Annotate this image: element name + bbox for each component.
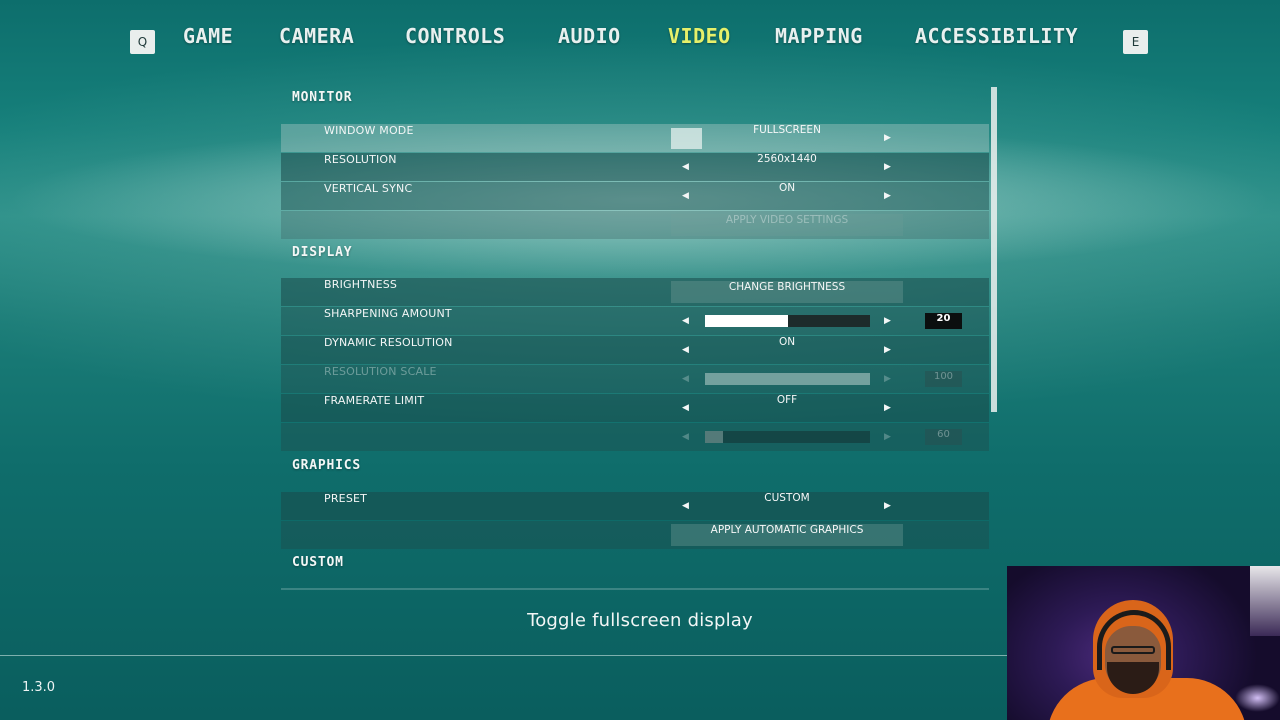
tab-accessibility[interactable]: ACCESSIBILITY (915, 24, 1078, 56)
vertical-sync-next-arrow-icon[interactable]: ▶ (884, 182, 891, 210)
tab-game[interactable]: GAME (183, 24, 233, 56)
dynamic-resolution-prev-arrow-icon[interactable]: ◀ (682, 336, 689, 364)
preset-next-arrow-icon[interactable]: ▶ (884, 492, 891, 520)
dynamic-resolution-value: ON (778, 336, 796, 348)
sharpening-increase-arrow-icon[interactable]: ▶ (884, 307, 891, 335)
window-mode-label: WINDOW MODE (324, 124, 414, 137)
change-brightness-button[interactable]: CHANGE BRIGHTNESS (671, 281, 903, 303)
dynamic-resolution-label: DYNAMIC RESOLUTION (324, 336, 453, 349)
next-tab-key-hint[interactable]: E (1123, 30, 1148, 54)
framerate-slider (705, 431, 870, 443)
setting-row-vertical-sync[interactable]: VERTICAL SYNC ◀ ON ▶ (281, 182, 989, 210)
apply-automatic-graphics-button[interactable]: APPLY AUTOMATIC GRAPHICS (671, 524, 903, 546)
section-title-display: DISPLAY (292, 245, 353, 260)
setting-row-sharpening[interactable]: SHARPENING AMOUNT ◀ ▶ 20 (281, 307, 989, 335)
vertical-sync-label: VERTICAL SYNC (324, 182, 413, 195)
framerate-limit-label: FRAMERATE LIMIT (324, 394, 425, 407)
setting-row-resolution-scale: RESOLUTION SCALE ◀ ▶ 100 (281, 365, 989, 393)
framerate-limit-value: OFF (776, 394, 798, 406)
preset-prev-arrow-icon[interactable]: ◀ (682, 492, 689, 520)
setting-row-framerate-limit[interactable]: FRAMERATE LIMIT ◀ OFF ▶ (281, 394, 989, 422)
resolution-scale-label: RESOLUTION SCALE (324, 365, 437, 378)
vertical-sync-prev-arrow-icon[interactable]: ◀ (682, 182, 689, 210)
setting-row-framerate-value: ◀ ▶ 60 (281, 423, 989, 451)
resolution-prev-arrow-icon[interactable]: ◀ (682, 153, 689, 181)
setting-row-resolution[interactable]: RESOLUTION ◀ 2560x1440 ▶ (281, 153, 989, 181)
window-mode-next-arrow-icon[interactable]: ▶ (884, 124, 891, 152)
settings-scrollbar[interactable] (991, 87, 997, 412)
footer-divider (0, 655, 1007, 656)
custom-section-divider (281, 588, 989, 590)
resolution-scale-decrease-arrow-icon: ◀ (682, 374, 689, 384)
resolution-scale-value-box: 100 (925, 371, 962, 387)
setting-row-window-mode[interactable]: WINDOW MODE FULLSCREEN ▶ (281, 124, 989, 152)
setting-row-brightness[interactable]: BRIGHTNESS CHANGE BRIGHTNESS (281, 278, 989, 306)
setting-row-dynamic-resolution[interactable]: DYNAMIC RESOLUTION ◀ ON ▶ (281, 336, 989, 364)
setting-row-preset[interactable]: PRESET ◀ CUSTOM ▶ (281, 492, 989, 520)
preset-value: CUSTOM (764, 492, 810, 504)
section-title-monitor: MONITOR (292, 90, 353, 105)
tab-camera[interactable]: CAMERA (279, 24, 354, 56)
preset-label: PRESET (324, 492, 368, 505)
framerate-limit-next-arrow-icon[interactable]: ▶ (884, 394, 891, 422)
framerate-decrease-arrow-icon: ◀ (682, 432, 689, 442)
sharpening-label: SHARPENING AMOUNT (324, 307, 452, 320)
brightness-label: BRIGHTNESS (324, 278, 398, 291)
sharpening-slider[interactable] (705, 315, 870, 327)
webcam-overlay (1007, 566, 1280, 720)
resolution-scale-slider-fill (705, 373, 870, 385)
framerate-limit-prev-arrow-icon[interactable]: ◀ (682, 394, 689, 422)
video-settings-panel: MONITOR WINDOW MODE FULLSCREEN ▶ RESOLUT… (281, 88, 989, 590)
apply-video-settings-button[interactable]: APPLY VIDEO SETTINGS (671, 214, 903, 236)
setting-row-apply-graphics: APPLY AUTOMATIC GRAPHICS (281, 521, 989, 549)
prev-tab-key-hint[interactable]: Q (130, 30, 155, 54)
mouse-cursor-highlight (671, 128, 702, 149)
tab-controls[interactable]: CONTROLS (405, 24, 505, 56)
resolution-scale-slider (705, 373, 870, 385)
dynamic-resolution-next-arrow-icon[interactable]: ▶ (884, 336, 891, 364)
framerate-slider-fill (705, 431, 724, 443)
webcam-lamp-glow (1235, 684, 1280, 712)
resolution-value: 2560x1440 (757, 153, 817, 165)
vertical-sync-value: ON (778, 182, 796, 194)
sharpening-value-box[interactable]: 20 (925, 313, 962, 329)
sharpening-slider-fill (705, 315, 788, 327)
version-label: 1.3.0 (22, 680, 56, 695)
framerate-value-box: 60 (925, 429, 962, 445)
setting-row-apply-video: APPLY VIDEO SETTINGS (281, 211, 989, 239)
webcam-wall-light (1250, 566, 1280, 636)
section-title-custom: CUSTOM (292, 555, 344, 570)
section-title-graphics: GRAPHICS (292, 458, 362, 473)
window-mode-value: FULLSCREEN (753, 124, 821, 136)
tab-audio[interactable]: AUDIO (558, 24, 621, 56)
sharpening-decrease-arrow-icon[interactable]: ◀ (682, 307, 689, 335)
tab-mapping[interactable]: MAPPING (775, 24, 863, 56)
framerate-increase-arrow-icon: ▶ (884, 432, 891, 442)
settings-tab-bar: Q GAME CAMERA CONTROLS AUDIO VIDEO MAPPI… (0, 24, 1280, 60)
resolution-next-arrow-icon[interactable]: ▶ (884, 153, 891, 181)
resolution-scale-increase-arrow-icon: ▶ (884, 374, 891, 384)
tab-video[interactable]: VIDEO (668, 24, 731, 56)
resolution-label: RESOLUTION (324, 153, 397, 166)
